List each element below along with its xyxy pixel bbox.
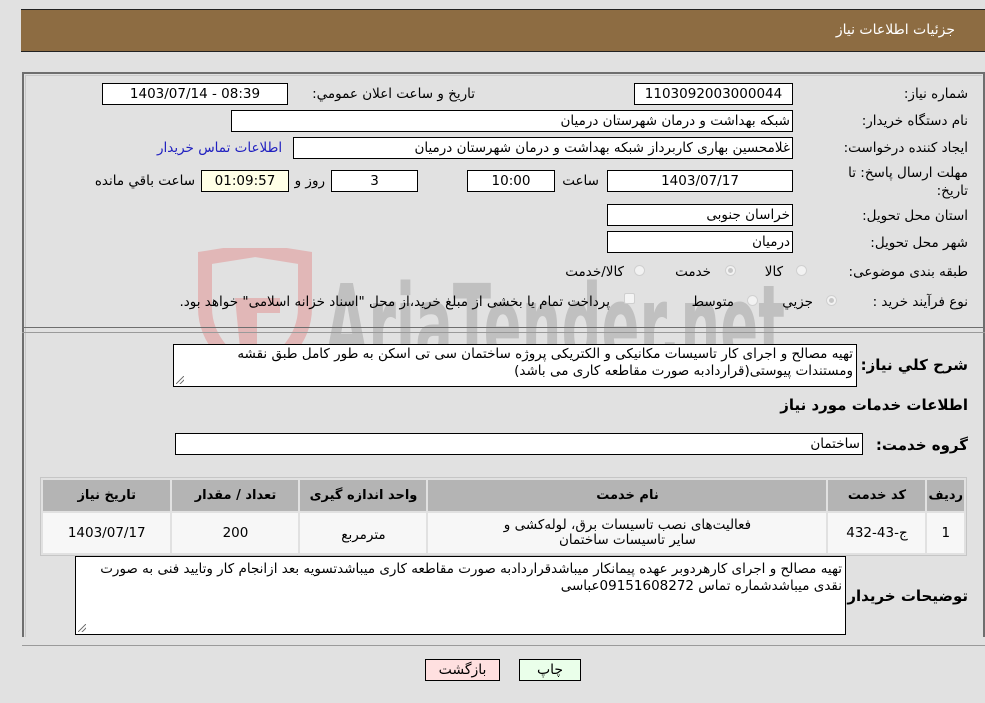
deadline-time-field: 10:00: [467, 170, 555, 192]
deadline-date-field: 1403/07/17: [607, 170, 793, 192]
table-row: 1 ج-43-432 فعالیت‌های نصب تاسیسات برق، ل…: [43, 513, 964, 553]
treasury-checkbox[interactable]: [624, 293, 635, 304]
footer-divider: [22, 645, 985, 646]
col-header-service-name: نام خدمت: [428, 480, 827, 511]
page-header: جزئیات اطلاعات نیاز: [21, 9, 985, 52]
category-option-service: خدمت: [675, 264, 711, 280]
summary-label: شرح کلي نياز:: [860, 356, 968, 374]
summary-text: تهیه مصالح و اجرای کار تاسیسات مکانیکی و…: [237, 346, 853, 379]
need-number-label: شماره نیاز:: [903, 86, 968, 102]
buyer-org-field: شبکه بهداشت و درمان شهرستان درمیان: [231, 110, 793, 132]
cell-service-name: فعالیت‌های نصب تاسیسات برق، لوله‌کشی و س…: [428, 513, 827, 553]
cell-quantity: 200: [172, 513, 299, 553]
col-header-need-date: تاريخ نياز: [43, 480, 171, 511]
table-header-row: رديف کد خدمت نام خدمت واحد اندازه گیری ت…: [43, 480, 964, 511]
col-header-quantity: تعداد / مقدار: [172, 480, 299, 511]
back-button[interactable]: بازگشت: [425, 659, 500, 681]
process-radio-medium[interactable]: [747, 295, 758, 306]
page-title: جزئیات اطلاعات نیاز: [835, 22, 955, 38]
cell-unit: مترمربع: [300, 513, 427, 553]
days-label: روز و: [294, 173, 325, 189]
announce-datetime-label: تاريخ و ساعت اعلان عمومي:: [312, 86, 475, 102]
deadline-time-label: ساعت: [562, 173, 599, 189]
resize-grip-icon[interactable]: [176, 376, 184, 384]
service-group-field: ساختمان: [175, 433, 863, 455]
services-section-title: اطلاعات خدمات مورد نياز: [780, 396, 968, 414]
need-number-field: 1103092003000044: [634, 83, 793, 105]
col-header-unit: واحد اندازه گیری: [300, 480, 427, 511]
buyer-notes-text: تهیه مصالح و اجرای کارهردوبر عهده پیمانک…: [100, 561, 842, 594]
requester-label: ايجاد کننده درخواست:: [843, 140, 968, 156]
category-option-goods: کالا: [764, 264, 783, 280]
process-option-minor: جزيي: [782, 294, 813, 310]
cell-need-date: 1403/07/17: [43, 513, 171, 553]
province-label: استان محل تحويل:: [862, 208, 968, 224]
cell-service-code: ج-43-432: [828, 513, 926, 553]
city-label: شهر محل تحويل:: [870, 235, 968, 251]
process-radio-minor[interactable]: [826, 295, 837, 306]
days-remaining-field: 3: [331, 170, 418, 192]
buyer-notes-label: توضيحات خريدار:: [841, 587, 968, 605]
cell-row-number: 1: [927, 513, 964, 553]
category-label: طبقه بندی موضوعی:: [848, 264, 968, 280]
section-divider-2: [22, 332, 985, 333]
province-field: خراسان جنوبی: [607, 204, 793, 226]
category-radio-goods[interactable]: [796, 265, 807, 276]
time-remaining-label: ساعت باقي مانده: [94, 173, 195, 189]
process-option-medium: متوسط: [691, 294, 734, 310]
deadline-label-line2: تاريخ:: [936, 183, 968, 199]
buyer-notes-textarea[interactable]: تهیه مصالح و اجرای کارهردوبر عهده پیمانک…: [75, 556, 846, 635]
city-field: درمیان: [607, 231, 793, 253]
service-group-label: گروه خدمت:: [875, 436, 968, 454]
col-header-service-code: کد خدمت: [828, 480, 926, 511]
print-button[interactable]: چاپ: [519, 659, 581, 681]
category-option-goods-service: کالا/خدمت: [565, 264, 624, 280]
buyer-org-label: نام دستگاه خريدار:: [861, 113, 968, 129]
services-table: رديف کد خدمت نام خدمت واحد اندازه گیری ت…: [40, 477, 967, 556]
announce-datetime-field: 1403/07/14 - 08:39: [102, 83, 288, 105]
treasury-checkbox-label: پرداخت تمام يا بخشی از مبلغ خريد،از محل …: [179, 294, 610, 310]
summary-textarea[interactable]: تهیه مصالح و اجرای کار تاسیسات مکانیکی و…: [173, 344, 857, 387]
buyer-contact-link[interactable]: اطلاعات تماس خريدار: [157, 140, 282, 156]
process-label: نوع فرآيند خريد :: [872, 294, 968, 310]
section-divider: [22, 327, 985, 328]
category-radio-goods-service[interactable]: [634, 265, 645, 276]
col-header-row-number: رديف: [927, 480, 964, 511]
deadline-label: مهلت ارسال پاسخ: تا: [848, 165, 968, 181]
resize-grip-icon[interactable]: [78, 624, 86, 632]
requester-field: غلامحسین بهاری کاربرداز شبکه بهداشت و در…: [293, 137, 793, 159]
time-remaining-field: 01:09:57: [201, 170, 289, 192]
category-radio-service[interactable]: [725, 265, 736, 276]
